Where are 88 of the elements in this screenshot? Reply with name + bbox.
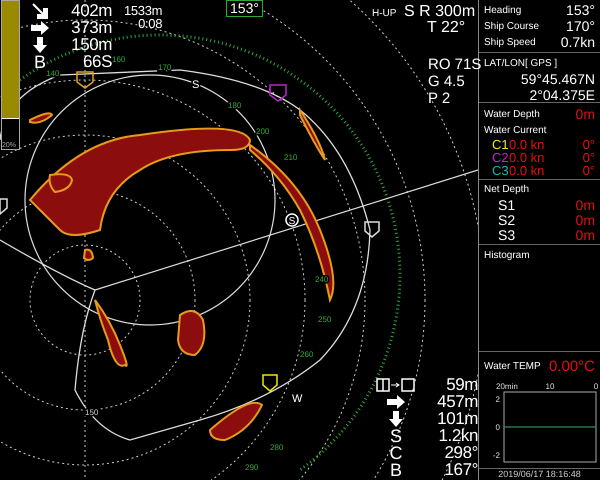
x-tick-label: 0: [594, 382, 598, 391]
sensor-depth: 0m: [576, 228, 595, 242]
ship-value: 170°: [566, 16, 595, 36]
ship-label: Ship Speed: [484, 36, 536, 50]
sound-info-text: 0:08: [138, 17, 162, 30]
bearing-label: 140: [46, 69, 60, 78]
bearing-label: 280: [270, 443, 284, 452]
water-temp-label: Water TEMP: [484, 360, 541, 374]
down-arrow-icon: [32, 36, 48, 54]
row-value: 457m: [436, 393, 478, 410]
row-symbol: S: [390, 426, 402, 444]
net-distance-icon: [376, 378, 416, 392]
setting-text: P 2: [428, 90, 450, 107]
setting-text: G 4.5: [428, 73, 465, 90]
y-tick-label: -2: [492, 451, 500, 460]
right-arrow-icon: [30, 20, 50, 36]
echo-blob: [209, 402, 263, 441]
row-value: 1.2kn: [438, 427, 478, 444]
sensor-label: S3: [498, 228, 516, 242]
tilt-text: T 22°: [427, 20, 466, 36]
right-arrow-icon: [386, 394, 406, 410]
longitude-value: 2°04.375E: [528, 87, 595, 103]
current-direction: 0°: [582, 138, 595, 151]
row-value: 101m: [436, 410, 478, 427]
bearing-label: 210: [284, 153, 298, 162]
bearing-label: 160: [112, 55, 126, 64]
row-symbol: B: [34, 52, 46, 70]
net-depth-title: Net Depth: [484, 183, 530, 197]
sensor-label: S2: [498, 212, 516, 226]
marker-icon: [269, 84, 287, 102]
row-symbol: C: [390, 444, 402, 462]
marker-icon: [364, 221, 380, 238]
ship-value: 153°: [566, 0, 595, 20]
bearing-label: 290: [245, 463, 258, 472]
heading-indicator: 153°: [226, 0, 263, 17]
x-tick-label: 10: [546, 382, 554, 391]
histogram-title: Histogram: [484, 250, 530, 261]
current-speed: 0.0 kn: [509, 164, 546, 177]
row-value: 167°: [444, 461, 478, 478]
sensor-label: S1: [498, 198, 516, 212]
row-value: 373m: [70, 19, 112, 36]
marker-icon: [76, 71, 94, 89]
diagonal-arrow-icon: [31, 2, 49, 20]
latitude-value: 59°45.467N: [520, 71, 595, 87]
compass-label: W: [292, 393, 302, 405]
y-tick-label: 2: [496, 395, 500, 404]
range-text: S R 300m: [404, 4, 476, 20]
orientation-mode: H-UP: [372, 7, 396, 21]
timestamp: 2019/06/17 18:16:48: [479, 468, 600, 480]
target-marker: [285, 213, 299, 227]
marker-icon: [0, 198, 8, 216]
ship-label: Heading: [484, 4, 522, 18]
row-value: 66S: [82, 53, 112, 70]
row-value: 298°: [444, 444, 478, 461]
row-value: 402m: [70, 2, 112, 19]
echo-blob: [83, 248, 94, 261]
echo-blob: [177, 310, 206, 356]
x-tick-label: 20min: [496, 382, 518, 391]
bearing-label: 260: [300, 350, 314, 359]
current-direction: 0°: [582, 164, 595, 177]
y-tick-label: 0: [496, 423, 500, 432]
ship-label: Ship Course: [484, 20, 540, 34]
sensor-depth: 0m: [576, 212, 595, 226]
sensor-depth: 0m: [576, 198, 595, 212]
sound-info-text: 1533m: [124, 4, 162, 17]
current-channel: C1: [492, 138, 509, 151]
current-channel: C2: [492, 151, 509, 164]
water-depth-label: Water Depth: [484, 108, 540, 122]
water-current-title: Water Current: [484, 124, 548, 138]
current-speed: 0.0 kn: [509, 138, 546, 151]
setting-text: RO 71S: [428, 56, 482, 73]
position-title: LAT/LON[ GPS ]: [484, 57, 558, 71]
current-direction: 0°: [582, 151, 595, 164]
current-speed: 0.0 kn: [509, 151, 546, 164]
down-arrow-icon: [388, 410, 404, 428]
echo-blob: [94, 299, 128, 367]
bearing-label: 250: [318, 315, 332, 324]
target-marker-label: S: [288, 216, 296, 227]
ship-value: 0.7kn: [560, 32, 595, 52]
marker-icon: [262, 374, 278, 392]
echo-blob: [29, 112, 53, 124]
bearing-label: 200: [256, 127, 270, 136]
row-value: 59m: [445, 376, 478, 393]
water-temp-value: 0.00°C: [548, 356, 595, 376]
bearing-label: 170: [158, 63, 172, 72]
current-channel: C3: [492, 164, 509, 177]
row-symbol: B: [390, 460, 402, 478]
water-depth-value: 0m: [576, 104, 595, 124]
